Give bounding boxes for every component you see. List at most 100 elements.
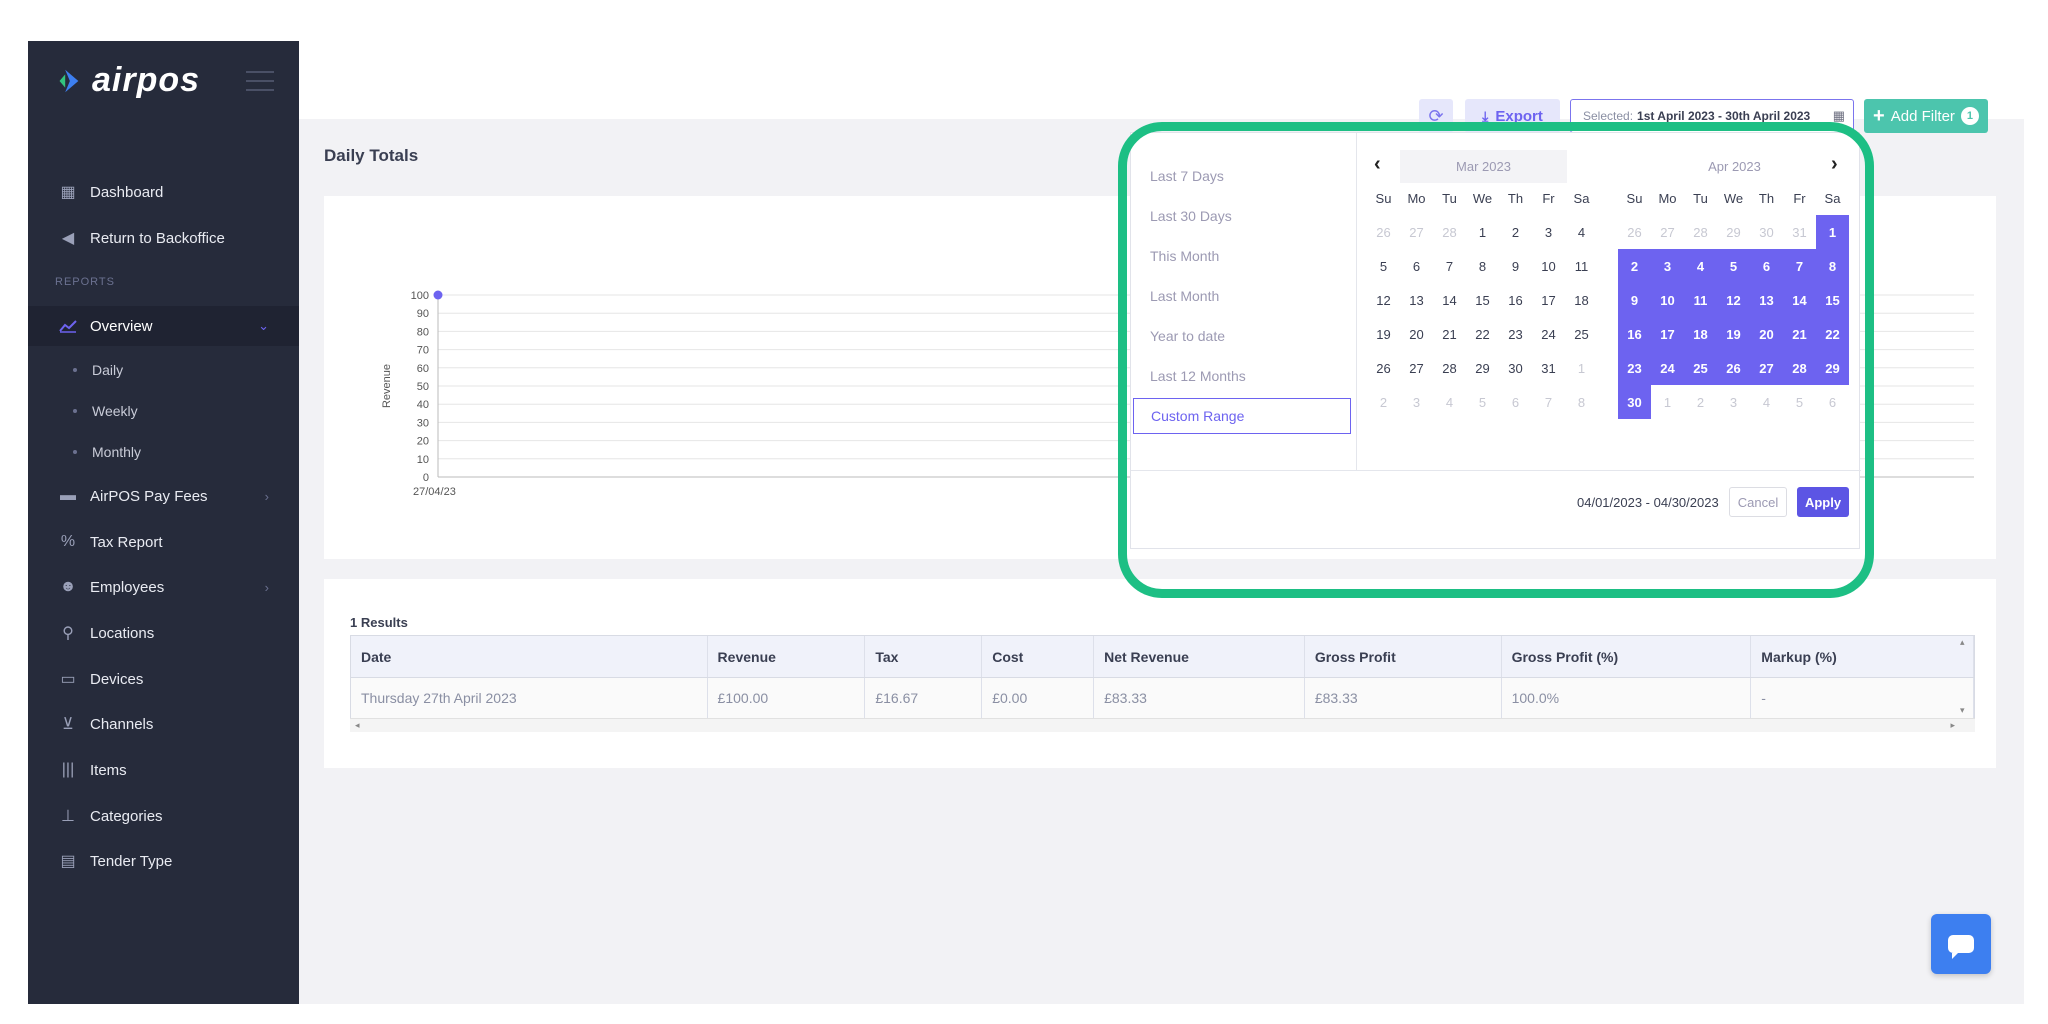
logo-text: airpos (92, 61, 201, 99)
chevron-down-icon: ⌄ (258, 318, 269, 333)
line-chart-icon (58, 317, 78, 335)
scroll-down-icon[interactable]: ▾ (1960, 705, 1965, 716)
highlight-outline (1118, 122, 1874, 598)
bullet-icon (73, 368, 77, 372)
y-tick-label: 40 (417, 399, 429, 411)
column-header[interactable]: Gross Profit (%) (1502, 636, 1752, 677)
sidebar-item-employees[interactable]: ☻ Employees › (28, 567, 299, 607)
sidebar-item-tax-report[interactable]: % Tax Report (28, 522, 299, 562)
sidebar-item-label: Overview (90, 317, 153, 335)
sidebar-subitem-label: Monthly (92, 444, 142, 460)
bullet-icon (73, 450, 77, 454)
y-tick-label: 90 (417, 308, 429, 320)
users-icon: ☻ (59, 578, 77, 595)
table-cell: £100.00 (708, 678, 866, 718)
sidebar-subitem-daily[interactable]: Daily (73, 362, 123, 378)
hierarchy-icon: ⊥ (61, 808, 75, 825)
airpos-logo-icon (59, 69, 79, 92)
add-filter-button[interactable]: + Add Filter 1 (1864, 99, 1988, 133)
sidebar-item-label: Return to Backoffice (90, 229, 225, 247)
sidebar-item-locations[interactable]: ⚲ Locations (28, 613, 299, 653)
y-tick-label: 50 (417, 381, 429, 393)
reply-arrow-icon: ◀ (61, 230, 75, 247)
cart-icon: ⊻ (62, 716, 74, 733)
location-pin-icon: ⚲ (62, 625, 74, 642)
barcode-icon: ||| (61, 761, 75, 778)
plus-icon: + (1873, 104, 1885, 127)
column-header[interactable]: Markup (%) (1751, 636, 1974, 677)
card-icon: ▬ (60, 487, 76, 504)
percent-icon: % (60, 533, 76, 550)
chevron-right-icon: › (264, 579, 269, 595)
sidebar-item-label: Channels (90, 715, 154, 733)
table-header: Date Revenue Tax Cost Net Revenue Gross Profi… (351, 636, 1974, 678)
y-tick-label: 70 (417, 345, 429, 357)
results-card: 1 Results Date Revenue Tax Cost Net Revenue G… (324, 579, 1996, 768)
sidebar-item-dashboard[interactable]: ▦ Dashboard (28, 172, 299, 212)
sidebar-subitem-label: Weekly (92, 403, 138, 419)
sidebar-item-label: Tax Report (90, 533, 163, 551)
add-filter-label: Add Filter (1890, 107, 1955, 125)
sidebar-item-label: Devices (90, 670, 144, 688)
table-cell: - (1751, 678, 1974, 718)
sidebar-item-return-to-backoffice[interactable]: ◀ Return to Backoffice (28, 218, 299, 258)
table-cell: £83.33 (1094, 678, 1305, 718)
scroll-left-icon[interactable]: ◂ (355, 720, 360, 731)
selected-value: 1st April 2023 - 30th April 2023 (1637, 109, 1811, 123)
sidebar-subitem-weekly[interactable]: Weekly (73, 403, 138, 419)
chat-bubble-icon (1948, 935, 1974, 959)
table-cell: £0.00 (982, 678, 1095, 718)
logo[interactable]: airpos (52, 61, 200, 100)
filter-count-badge: 1 (1960, 107, 1979, 125)
table-row[interactable]: Thursday 27th April 2023 £100.00 £16.67 £0.… (351, 678, 1974, 718)
sidebar-item-label: Items (90, 761, 127, 779)
page-title: Daily Totals (324, 146, 419, 165)
sidebar-item-label: Dashboard (90, 183, 164, 201)
sidebar-item-categories[interactable]: ⊥ Categories (28, 796, 299, 836)
horizontal-scrollbar[interactable]: ◂ ▸ (350, 718, 1975, 732)
credit-card-icon: ▤ (60, 853, 76, 870)
sidebar: airpos ▦ Dashboard ◀ Return to Backoffic… (28, 41, 299, 1004)
sidebar-item-label: Employees (90, 578, 165, 596)
results-count: 1 Results (350, 615, 408, 630)
results-table: Date Revenue Tax Cost Net Revenue Gross Profi… (350, 635, 1975, 719)
menu-toggle-icon[interactable] (246, 71, 274, 98)
table-cell: Thursday 27th April 2023 (351, 678, 708, 718)
y-tick-label: 10 (417, 454, 429, 466)
sidebar-item-items[interactable]: ||| Items (28, 750, 299, 790)
table-cell: £16.67 (865, 678, 983, 718)
sidebar-item-label: Locations (90, 624, 155, 642)
column-header[interactable]: Gross Profit (1305, 636, 1502, 677)
column-header[interactable]: Net Revenue (1094, 636, 1305, 677)
column-header[interactable]: Tax (865, 636, 983, 677)
x-tick-label: 27/04/23 (413, 486, 456, 498)
sidebar-item-airpos-pay-fees[interactable]: ▬ AirPOS Pay Fees › (28, 476, 299, 516)
sidebar-subitem-label: Daily (92, 362, 124, 378)
sidebar-item-devices[interactable]: ▭ Devices (28, 659, 299, 699)
column-header[interactable]: Date (351, 636, 708, 677)
column-header[interactable]: Cost (982, 636, 1095, 677)
data-point (433, 290, 443, 300)
y-tick-label: 0 (423, 472, 429, 484)
selected-label: Selected: (1583, 109, 1634, 123)
sidebar-item-tender-type[interactable]: ▤ Tender Type (28, 841, 299, 881)
bullet-icon (73, 409, 77, 413)
calendar-grid-icon: ▦ (60, 184, 76, 201)
y-tick-label: 30 (417, 417, 429, 429)
y-tick-label: 80 (417, 326, 429, 338)
table-cell: £83.33 (1305, 678, 1502, 718)
table-cell: 100.0% (1502, 678, 1752, 718)
scroll-up-icon[interactable]: ▴ (1960, 637, 1965, 648)
section-label-reports: REPORTS (55, 276, 115, 288)
y-tick-label: 20 (417, 436, 429, 448)
chevron-right-icon: › (264, 488, 269, 504)
sidebar-item-channels[interactable]: ⊻ Channels (28, 704, 299, 744)
tablet-icon: ▭ (60, 671, 76, 688)
sidebar-item-label: AirPOS Pay Fees (90, 487, 208, 505)
sidebar-item-overview[interactable]: Overview ⌄ (28, 306, 299, 346)
column-header[interactable]: Revenue (708, 636, 866, 677)
scroll-right-icon[interactable]: ▸ (1950, 720, 1955, 731)
sidebar-subitem-monthly[interactable]: Monthly (73, 444, 141, 460)
chat-button[interactable] (1931, 914, 1991, 974)
y-tick-label: 60 (417, 363, 429, 375)
